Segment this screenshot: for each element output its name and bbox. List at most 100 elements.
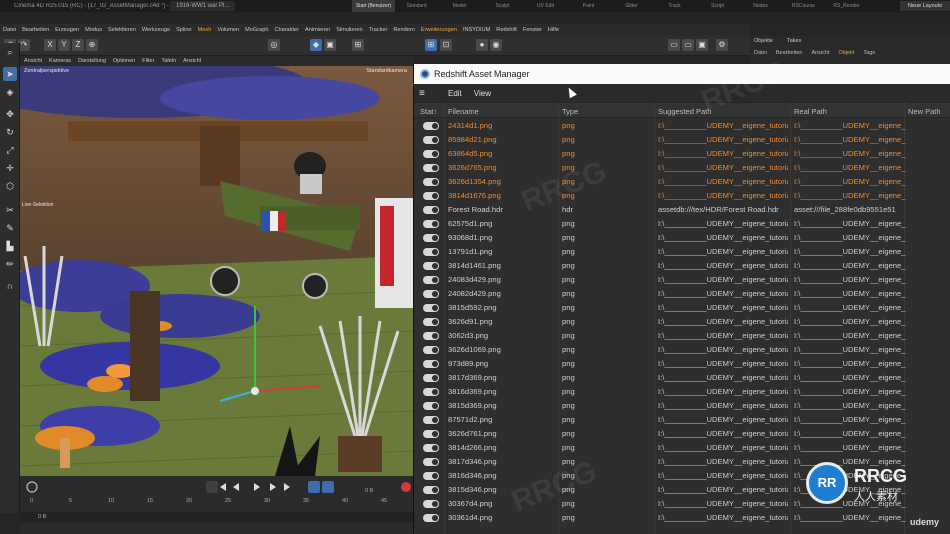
menu-item[interactable]: Werkzeuge [142, 27, 170, 33]
asset-row[interactable]: 3626d91.png png I:\__________UDEMY__eigene… [414, 315, 950, 329]
menu-item[interactable]: INSYDIUM [463, 27, 490, 33]
menu-item[interactable]: Erzeugen [55, 27, 79, 33]
viewport-menu-item[interactable]: Ansicht [183, 58, 201, 64]
layout-tab[interactable]: Gitter [610, 0, 653, 12]
asset-row[interactable]: 3816d369.png png I:\__________UDEMY__eigen… [414, 385, 950, 399]
asset-enabled-toggle[interactable] [423, 192, 439, 200]
menu-item[interactable]: Tracker [369, 27, 388, 33]
column-status[interactable]: Stat↑ [420, 107, 437, 116]
asset-row[interactable]: 63864d5.png png I:\__________UDEMY__eigene… [414, 147, 950, 161]
asset-enabled-toggle[interactable] [423, 458, 439, 466]
layout-tab[interactable]: Track [653, 0, 696, 12]
objects-panel-tab[interactable]: Takes [787, 38, 801, 44]
render-icon[interactable]: ▣ [696, 39, 708, 51]
asset-enabled-toggle[interactable] [423, 360, 439, 368]
layout-tab[interactable]: Standard [395, 0, 438, 12]
symmetry-icon[interactable]: ⊡ [440, 39, 452, 51]
viewport-menu-item[interactable]: Darstellung [78, 58, 106, 64]
asset-row[interactable]: Forest Road.hdr hdr assetdb:///tex/HDR/For… [414, 203, 950, 217]
menu-item[interactable]: Animieren [305, 27, 330, 33]
viewport-3d[interactable]: Zentralperspektive Standardkamera Live-S… [20, 66, 413, 476]
asset-enabled-toggle[interactable] [423, 416, 439, 424]
asset-enabled-toggle[interactable] [423, 122, 439, 130]
asset-enabled-toggle[interactable] [423, 388, 439, 396]
layout-tab[interactable]: Paint [567, 0, 610, 12]
magnet-icon[interactable]: ∩ [3, 279, 17, 293]
asset-row[interactable]: 62575d1.png png I:\__________UDEMY__eigene… [414, 217, 950, 231]
viewport-standard-camera-label[interactable]: Standardkamera [366, 68, 407, 74]
coordinate-system-icon[interactable]: ⊕ [86, 39, 98, 51]
viewport-menu-item[interactable]: Ansicht [24, 58, 42, 64]
layout-tab[interactable]: Model [438, 0, 481, 12]
hamburger-menu-icon[interactable]: ≡ [414, 88, 436, 99]
asset-enabled-toggle[interactable] [423, 346, 439, 354]
paint-icon[interactable]: ✏ [3, 257, 17, 271]
asset-row[interactable]: 93068d1.png png I:\__________UDEMY__eigene… [414, 231, 950, 245]
model-mode-icon[interactable]: ◆ [310, 39, 322, 51]
viewport-menu-item[interactable]: Filter [142, 58, 154, 64]
knife-icon[interactable]: ✂ [3, 203, 17, 217]
menu-item[interactable]: Datei [3, 27, 16, 33]
render-view-icon[interactable]: ◉ [490, 39, 502, 51]
asset-row[interactable]: 3626d1354.png png I:\__________UDEMY__eige… [414, 175, 950, 189]
objects-panel-menu-item[interactable]: Datei [754, 50, 767, 56]
asset-enabled-toggle[interactable] [423, 402, 439, 410]
asset-enabled-toggle[interactable] [423, 206, 439, 214]
select-arrow-icon[interactable]: ➤ [3, 67, 17, 81]
z-axis-icon[interactable]: Z [72, 39, 84, 51]
layout-tab[interactable]: RS_Render (Benutzer) [825, 0, 868, 21]
asset-row[interactable]: 3814d1676.png png I:\__________UDEMY__eige… [414, 189, 950, 203]
asset-row[interactable]: 24082d429.png png I:\__________UDEMY__eige… [414, 287, 950, 301]
layout-tab[interactable]: Sculpt [481, 0, 524, 12]
object-mode-icon[interactable]: ▣ [324, 39, 336, 51]
asset-enabled-toggle[interactable] [423, 262, 439, 270]
asset-row[interactable]: 85984d21.png png I:\__________UDEMY__eigen… [414, 133, 950, 147]
asset-enabled-toggle[interactable] [423, 430, 439, 438]
asset-enabled-toggle[interactable] [423, 248, 439, 256]
asset-row[interactable]: 3062d3.png png I:\__________UDEMY__eigene_… [414, 329, 950, 343]
frame-current-field[interactable]: 0 B [365, 488, 373, 494]
objects-panel-menu-item[interactable]: Ansicht [811, 50, 829, 56]
asset-enabled-toggle[interactable] [423, 234, 439, 242]
menu-item[interactable]: Charakter [274, 27, 299, 33]
asset-row[interactable]: 3626d765.png png I:\__________UDEMY__eigen… [414, 161, 950, 175]
polygon-pen-icon[interactable]: ⬡ [3, 179, 17, 193]
x-axis-icon[interactable]: X [44, 39, 56, 51]
menu-edit[interactable]: Edit [448, 89, 462, 98]
asset-enabled-toggle[interactable] [423, 178, 439, 186]
column-type[interactable]: Type [562, 107, 578, 116]
asset-row[interactable]: 3815d369.png png I:\__________UDEMY__eigen… [414, 399, 950, 413]
menu-item[interactable]: Erweiterungen [421, 27, 457, 33]
new-layouts-button[interactable]: Neue Layouts [900, 1, 950, 11]
column-suggested-path[interactable]: Suggested Path [658, 107, 711, 116]
column-real-path[interactable]: Real Path [794, 107, 827, 116]
menu-item[interactable]: Redshift [496, 27, 517, 33]
asset-enabled-toggle[interactable] [423, 164, 439, 172]
column-filename[interactable]: Filename [448, 107, 479, 116]
viewport-menu-item[interactable]: Tafeln [161, 58, 176, 64]
asset-row[interactable]: 3817d369.png png I:\__________UDEMY__eigen… [414, 371, 950, 385]
menu-item[interactable]: Rendern [393, 27, 414, 33]
render-region-icon[interactable]: ▭ [682, 39, 694, 51]
asset-enabled-toggle[interactable] [423, 472, 439, 480]
objects-panel-tab[interactable]: Objekte [754, 38, 773, 44]
move-icon[interactable]: ✥ [3, 107, 17, 121]
asset-enabled-toggle[interactable] [423, 318, 439, 326]
scale-icon[interactable]: ⤢ [3, 143, 17, 157]
render-settings-icon[interactable]: ◎ [268, 39, 280, 51]
asset-row[interactable]: 24314d1.png png I:\__________UDEMY__eigene… [414, 119, 950, 133]
viewport-menu-item[interactable]: Optionen [113, 58, 135, 64]
asset-row[interactable]: 13791d1.png png I:\__________UDEMY__eigene… [414, 245, 950, 259]
rotate-icon[interactable]: ↻ [3, 125, 17, 139]
objects-panel-menu-item[interactable]: Bearbeiten [776, 50, 803, 56]
asset-enabled-toggle[interactable] [423, 150, 439, 158]
transform-icon[interactable]: ✛ [3, 161, 17, 175]
menu-item[interactable]: Modus [85, 27, 102, 33]
live-select-icon[interactable]: ◈ [3, 85, 17, 99]
menu-item[interactable]: Fenster [523, 27, 542, 33]
menu-item[interactable]: Hilfe [548, 27, 559, 33]
menu-item[interactable]: Mesh [198, 27, 212, 33]
asset-enabled-toggle[interactable] [423, 304, 439, 312]
asset-enabled-toggle[interactable] [423, 220, 439, 228]
menu-view[interactable]: View [474, 89, 491, 98]
